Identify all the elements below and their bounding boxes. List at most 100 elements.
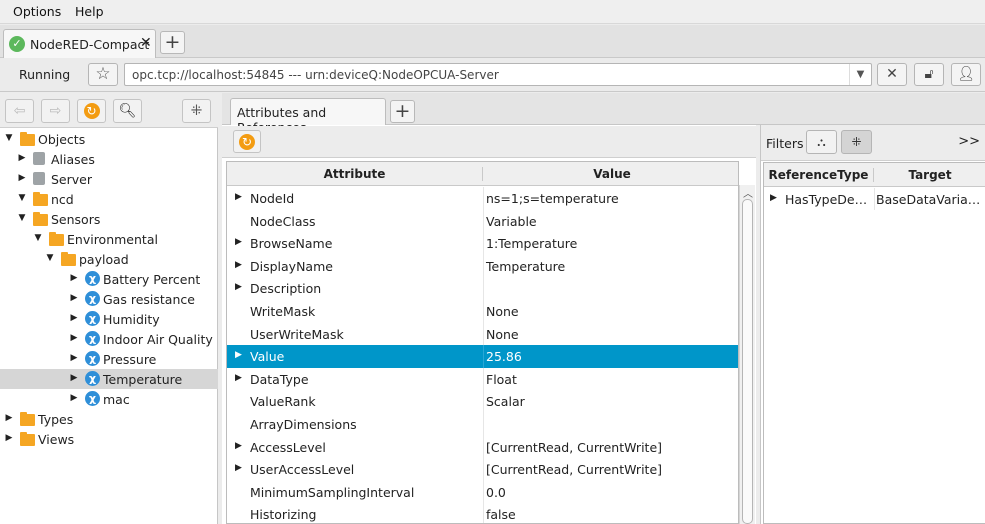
reference-type-cell: HasTypeDefinition bbox=[785, 192, 873, 207]
attribute-row[interactable]: ▶ UserAccessLevel [CurrentRead, CurrentWri… bbox=[227, 458, 738, 481]
tab-attributes-and-references[interactable]: Attributes and References bbox=[230, 98, 386, 135]
tree-refresh-button[interactable]: ↻ bbox=[77, 99, 106, 123]
connection-tab[interactable]: ✓ NodeRED-Compact ✕ bbox=[3, 29, 156, 58]
variable-icon: χ bbox=[85, 351, 100, 366]
back-button[interactable]: ⇦ bbox=[5, 99, 34, 123]
attribute-row[interactable]: WriteMask None bbox=[227, 300, 738, 323]
all-references-filter-button[interactable]: ⁜ bbox=[841, 130, 872, 154]
attributes-tab-bar: Attributes and References + bbox=[222, 93, 756, 135]
expand-arrow-icon[interactable]: ▶ bbox=[69, 313, 79, 323]
attribute-row[interactable]: ▶ AccessLevel [CurrentRead, CurrentWrite] bbox=[227, 435, 738, 459]
attributes-scrollbar[interactable]: ︿ bbox=[739, 185, 755, 524]
reference-row[interactable]: ▶ HasTypeDefinition BaseDataVariableType bbox=[764, 188, 985, 210]
expand-arrow-icon[interactable]: ▶ bbox=[17, 153, 27, 163]
expand-pane-icon[interactable]: >> bbox=[958, 134, 980, 149]
tree-item[interactable]: ▼ Environmental bbox=[0, 229, 218, 249]
expand-arrow-icon[interactable]: ▶ bbox=[235, 463, 242, 473]
attribute-row[interactable]: ▶ DataType Float bbox=[227, 367, 738, 391]
expand-arrow-icon[interactable]: ▶ bbox=[235, 192, 242, 202]
collapse-arrow-icon[interactable]: ▼ bbox=[33, 233, 43, 243]
column-header-attribute[interactable]: Attribute bbox=[227, 167, 483, 181]
scroll-up-icon[interactable]: ︿ bbox=[743, 185, 753, 200]
attribute-name-cell: WriteMask bbox=[250, 304, 316, 319]
expand-arrow-icon[interactable]: ▶ bbox=[69, 373, 79, 383]
hierarchy-filter-button[interactable]: ⛬ bbox=[806, 130, 837, 154]
tree-item[interactable]: ▶ χ mac bbox=[0, 389, 218, 409]
add-view-button[interactable]: + bbox=[390, 100, 415, 123]
attribute-row[interactable]: NodeClass Variable bbox=[227, 209, 738, 233]
tree-item-label: Server bbox=[51, 172, 92, 187]
expand-arrow-icon[interactable]: ▶ bbox=[235, 282, 242, 292]
attribute-name-cell: AccessLevel bbox=[250, 439, 326, 455]
tree-item[interactable]: ▶ Server bbox=[0, 169, 218, 189]
collapse-arrow-icon[interactable]: ▼ bbox=[17, 213, 27, 223]
attribute-row[interactable]: ▶ Value 25.86 bbox=[227, 345, 738, 368]
collapse-arrow-icon[interactable]: ▼ bbox=[17, 193, 27, 203]
search-button[interactable]: 🔍︎ bbox=[113, 99, 142, 123]
tree-item[interactable]: ▼ Objects bbox=[0, 129, 218, 149]
endpoint-url-field[interactable]: opc.tcp://localhost:54845 --- urn:device… bbox=[124, 63, 872, 86]
expand-arrow-icon[interactable]: ▶ bbox=[69, 293, 79, 303]
tree-item[interactable]: ▶ χ Battery Percent bbox=[0, 269, 218, 289]
collapse-arrow-icon[interactable]: ▼ bbox=[45, 253, 55, 263]
tree-item[interactable]: ▶ χ Humidity bbox=[0, 309, 218, 329]
close-tab-icon[interactable]: ✕ bbox=[140, 35, 152, 51]
attribute-row[interactable]: Historizing false bbox=[227, 503, 738, 523]
tree-item[interactable]: ▶ χ Gas resistance bbox=[0, 289, 218, 309]
attribute-row[interactable]: ArrayDimensions bbox=[227, 413, 738, 436]
attribute-row[interactable]: ▶ Description bbox=[227, 277, 738, 300]
expand-arrow-icon[interactable]: ▶ bbox=[4, 413, 14, 423]
forward-button[interactable]: ⇨ bbox=[41, 99, 70, 123]
expand-arrow-icon[interactable]: ▶ bbox=[235, 373, 242, 383]
folder-icon bbox=[61, 252, 76, 266]
attribute-row[interactable]: ▶ DisplayName Temperature bbox=[227, 254, 738, 278]
attributes-refresh-button[interactable]: ↻ bbox=[233, 130, 261, 153]
bookmark-star-button[interactable]: ☆ bbox=[88, 63, 118, 86]
tree-item[interactable]: ▼ ncd bbox=[0, 189, 218, 209]
collapse-arrow-icon[interactable]: ▼ bbox=[4, 133, 14, 143]
expand-arrow-icon[interactable]: ▶ bbox=[17, 173, 27, 183]
attribute-row[interactable]: ▶ BrowseName 1:Temperature bbox=[227, 232, 738, 255]
user-button[interactable]: 👤︎ bbox=[951, 63, 981, 86]
chevron-down-icon[interactable]: ▼ bbox=[849, 64, 871, 85]
tree-item[interactable]: ▶ χ Pressure bbox=[0, 349, 218, 369]
attributes-table-header: Attribute Value bbox=[227, 162, 738, 186]
expand-arrow-icon[interactable]: ▶ bbox=[770, 193, 777, 203]
attribute-value-cell: 0.0 bbox=[486, 484, 506, 500]
column-header-reference-type[interactable]: ReferenceType bbox=[764, 168, 874, 182]
attribute-value-cell: None bbox=[486, 304, 519, 319]
menu-options[interactable]: Options bbox=[13, 4, 61, 19]
tree-layout-button[interactable]: ⁜ bbox=[182, 99, 211, 123]
expand-arrow-icon[interactable]: ▶ bbox=[235, 350, 242, 360]
tree-item[interactable]: ▶ χ Temperature bbox=[0, 369, 218, 389]
expand-arrow-icon[interactable]: ▶ bbox=[69, 353, 79, 363]
tree-item[interactable]: ▼ payload bbox=[0, 249, 218, 269]
tree-item[interactable]: ▶ Types bbox=[0, 409, 218, 429]
tree-item[interactable]: ▼ Sensors bbox=[0, 209, 218, 229]
expand-arrow-icon[interactable]: ▶ bbox=[235, 441, 242, 451]
add-connection-button[interactable]: + bbox=[160, 31, 185, 54]
column-header-target[interactable]: Target bbox=[875, 168, 985, 182]
attribute-row[interactable]: ValueRank Scalar bbox=[227, 390, 738, 413]
attribute-row[interactable]: UserWriteMask None bbox=[227, 322, 738, 346]
expand-arrow-icon[interactable]: ▶ bbox=[4, 433, 14, 443]
tree-item[interactable]: ▶ Aliases bbox=[0, 149, 218, 169]
attribute-row[interactable]: ▶ NodeId ns=1;s=temperature bbox=[227, 187, 738, 210]
tree-item-label: Temperature bbox=[103, 372, 183, 387]
expand-arrow-icon[interactable]: ▶ bbox=[235, 260, 242, 270]
scrollbar-thumb[interactable] bbox=[742, 199, 753, 524]
tree-item[interactable]: ▶ Views bbox=[0, 429, 218, 449]
column-header-value[interactable]: Value bbox=[484, 167, 738, 181]
attribute-row[interactable]: MinimumSamplingInterval 0.0 bbox=[227, 480, 738, 504]
tree-item[interactable]: ▶ χ Indoor Air Quality bbox=[0, 329, 218, 349]
menu-help[interactable]: Help bbox=[75, 4, 104, 19]
refresh-icon: ↻ bbox=[239, 133, 255, 150]
unlock-button[interactable]: 🔓︎ bbox=[914, 63, 944, 86]
expand-arrow-icon[interactable]: ▶ bbox=[69, 273, 79, 283]
disconnect-button[interactable]: ✕ bbox=[877, 63, 907, 86]
attribute-name-cell: UserAccessLevel bbox=[250, 462, 355, 478]
expand-arrow-icon[interactable]: ▶ bbox=[235, 237, 242, 247]
expand-arrow-icon[interactable]: ▶ bbox=[69, 393, 79, 403]
attributes-pane: Attributes and References + ↻ Attribute … bbox=[222, 93, 756, 524]
expand-arrow-icon[interactable]: ▶ bbox=[69, 333, 79, 343]
